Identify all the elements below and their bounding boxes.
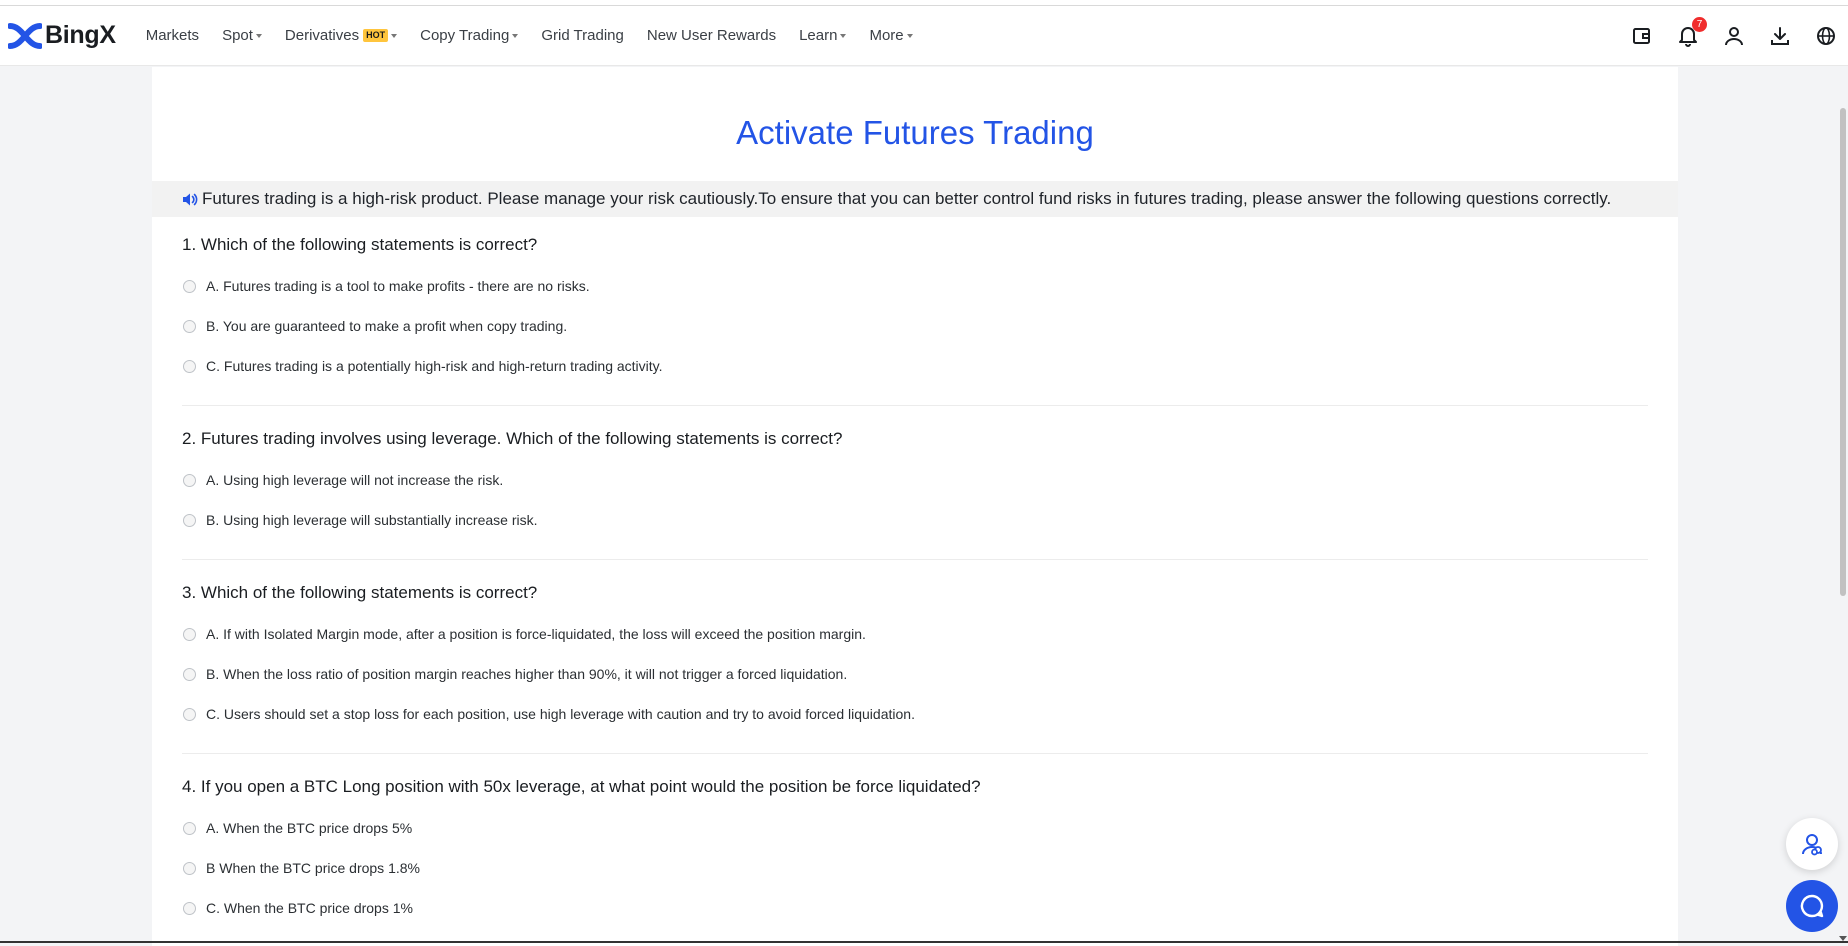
caret-down-icon — [840, 33, 847, 38]
answer-option[interactable]: A. Using high leverage will not increase… — [182, 460, 1648, 500]
bingx-logo-icon — [8, 22, 42, 49]
nav-item-label: New User Rewards — [646, 27, 777, 44]
answer-option[interactable]: B. Using high leverage will substantiall… — [182, 500, 1648, 540]
caret-down-icon — [512, 33, 519, 38]
radio-button[interactable] — [183, 319, 196, 333]
answer-option-text: A. If with Isolated Margin mode, after a… — [206, 626, 866, 642]
answer-option-text: B. When the loss ratio of position margi… — [206, 666, 848, 682]
radio-button[interactable] — [183, 627, 196, 641]
answer-option-text: A. Using high leverage will not increase… — [206, 472, 504, 488]
page-title: Activate Futures Trading — [736, 114, 1094, 151]
question-3: 3. Which of the following statements is … — [182, 560, 1648, 754]
answer-option-text: C. When the BTC price drops 1% — [206, 900, 413, 916]
answer-option[interactable]: A. Futures trading is a tool to make pro… — [182, 266, 1648, 306]
answer-option-text: B When the BTC price drops 1.8% — [206, 860, 420, 876]
navbar-actions: 7 — [1608, 6, 1838, 66]
nav-item-label: Learn — [799, 27, 838, 44]
nav-item-label: More — [869, 27, 904, 44]
radio-button[interactable] — [183, 513, 196, 527]
hot-badge: HOT — [363, 29, 389, 42]
nav-item-label: Derivatives — [284, 27, 360, 44]
risk-notice-text: Futures trading is a high-risk product. … — [202, 189, 1612, 208]
chat-bubble-icon — [1800, 894, 1824, 918]
radio-button[interactable] — [183, 667, 196, 681]
window-bottom-edge — [0, 941, 1848, 943]
answer-option[interactable]: B. When the loss ratio of position margi… — [182, 654, 1648, 694]
user-icon[interactable] — [1722, 24, 1746, 48]
answer-option[interactable]: B When the BTC price drops 1.8% — [182, 848, 1648, 888]
radio-button[interactable] — [183, 279, 196, 293]
question-1: 1. Which of the following statements is … — [182, 217, 1648, 406]
nav-item-spot[interactable]: Spot — [222, 27, 262, 44]
radio-button[interactable] — [183, 861, 196, 875]
answer-option[interactable]: A. If with Isolated Margin mode, after a… — [182, 614, 1648, 654]
nav-item-learn[interactable]: Learn — [799, 27, 847, 44]
brand-name: BingX — [45, 21, 116, 49]
speaker-icon — [183, 193, 198, 205]
caret-down-icon — [906, 33, 913, 38]
answer-option[interactable]: C. Users should set a stop loss for each… — [182, 694, 1648, 734]
question-2: 2. Futures trading involves using levera… — [182, 406, 1648, 560]
answer-option-text: C. Futures trading is a potentially high… — [206, 358, 663, 374]
answer-option[interactable]: B. You are guaranteed to make a profit w… — [182, 306, 1648, 346]
globe-icon[interactable] — [1814, 24, 1838, 48]
top-navbar: BingX Markets Spot Derivatives HOT Copy Trad… — [0, 6, 1848, 66]
caret-down-icon — [255, 33, 262, 38]
answer-option-text: B. Using high leverage will substantiall… — [206, 512, 538, 528]
nav-item-markets[interactable]: Markets — [146, 27, 199, 44]
support-agent-icon — [1802, 834, 1822, 856]
question-title: 1. Which of the following statements is … — [182, 235, 538, 254]
main-nav: Markets Spot Derivatives HOT Copy Trading Gri… — [146, 27, 913, 44]
download-icon[interactable] — [1768, 24, 1792, 48]
nav-item-label: Markets — [145, 27, 200, 44]
radio-button[interactable] — [183, 473, 196, 487]
radio-button[interactable] — [183, 821, 196, 835]
nav-item-new-user-rewards[interactable]: New User Rewards — [647, 27, 776, 44]
customer-support-button[interactable] — [1786, 818, 1838, 870]
question-title: 4. If you open a BTC Long position with … — [182, 777, 981, 796]
answer-option[interactable]: A. When the BTC price drops 5% — [182, 808, 1648, 848]
caret-down-icon — [391, 33, 398, 38]
notification-count-badge: 7 — [1692, 17, 1707, 32]
nav-item-grid-trading[interactable]: Grid Trading — [541, 27, 624, 44]
question-title: 3. Which of the following statements is … — [182, 583, 538, 602]
radio-button[interactable] — [183, 901, 196, 915]
nav-item-label: Spot — [222, 27, 253, 44]
radio-button[interactable] — [183, 707, 196, 721]
nav-item-more[interactable]: More — [869, 27, 913, 44]
question-title: 2. Futures trading involves using levera… — [182, 429, 843, 448]
scrollbar-thumb[interactable] — [1840, 108, 1846, 596]
risk-notice: Futures trading is a high-risk product. … — [152, 181, 1678, 217]
nav-item-copy-trading[interactable]: Copy Trading — [420, 27, 519, 44]
nav-item-derivatives[interactable]: Derivatives HOT — [284, 27, 398, 44]
answer-option[interactable]: C. Futures trading is a potentially high… — [182, 346, 1648, 386]
nav-item-label: Grid Trading — [541, 27, 624, 44]
nav-item-label: Copy Trading — [420, 27, 510, 44]
bingx-logo[interactable]: BingX — [8, 21, 116, 50]
answer-option-text: A. Futures trading is a tool to make pro… — [206, 278, 590, 294]
answer-option[interactable]: C. When the BTC price drops 1% — [182, 888, 1648, 928]
live-chat-button[interactable] — [1786, 880, 1838, 932]
question-list: 1. Which of the following statements is … — [152, 217, 1678, 946]
answer-option-text: B. You are guaranteed to make a profit w… — [206, 318, 568, 334]
answer-option-text: C. Users should set a stop loss for each… — [206, 706, 915, 722]
radio-button[interactable] — [183, 359, 196, 373]
bell-icon[interactable]: 7 — [1676, 17, 1707, 48]
quiz-panel: Activate Futures Trading Futures trading… — [152, 67, 1678, 946]
wallet-icon[interactable] — [1630, 24, 1654, 48]
answer-option-text: A. When the BTC price drops 5% — [206, 820, 413, 836]
question-4: 4. If you open a BTC Long position with … — [182, 754, 1648, 946]
